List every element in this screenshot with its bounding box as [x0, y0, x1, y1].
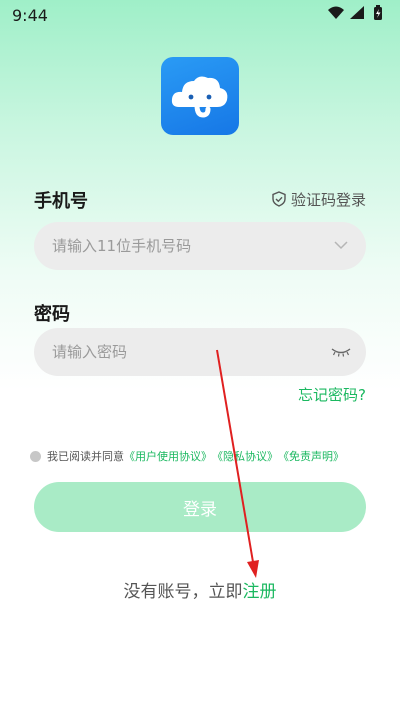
eye-closed-icon[interactable] [330, 346, 352, 358]
password-label: 密码 [34, 304, 70, 325]
agreement-radio[interactable] [30, 450, 41, 462]
phone-input[interactable]: 请输入11位手机号码 [34, 222, 366, 270]
cloud-elephant-icon [171, 76, 228, 118]
sms-login-link[interactable]: 验证码登录 [271, 189, 366, 209]
chevron-down-icon[interactable] [334, 240, 348, 250]
register-row: 没有账号，立即注册 [0, 577, 400, 602]
wifi-icon [328, 6, 344, 19]
agreement-row: 我已阅读并同意 《用户使用协议》 《隐私协议》 《免责声明》 [30, 448, 344, 464]
disclaimer-link[interactable]: 《免责声明》 [278, 448, 344, 464]
register-prefix: 没有账号，立即 [123, 582, 243, 602]
status-time: 9:44 [12, 6, 48, 25]
password-placeholder: 请输入密码 [52, 343, 128, 361]
agreement-prefix: 我已阅读并同意 [47, 450, 124, 463]
login-button[interactable]: 登录 [34, 482, 366, 532]
privacy-policy-link[interactable]: 《隐私协议》 [212, 448, 278, 464]
user-agreement-link[interactable]: 《用户使用协议》 [124, 448, 212, 464]
status-icons [326, 4, 390, 22]
password-input[interactable]: 请输入密码 [34, 328, 366, 376]
shield-check-icon [272, 191, 286, 207]
phone-placeholder: 请输入11位手机号码 [52, 237, 192, 255]
signal-icon [350, 6, 364, 19]
app-logo [161, 57, 239, 135]
battery-icon [374, 5, 382, 20]
forgot-password-link[interactable]: 忘记密码? [298, 384, 366, 405]
sms-login-label: 验证码登录 [290, 190, 366, 209]
phone-label: 手机号 [34, 191, 88, 212]
register-link[interactable]: 注册 [243, 582, 277, 602]
